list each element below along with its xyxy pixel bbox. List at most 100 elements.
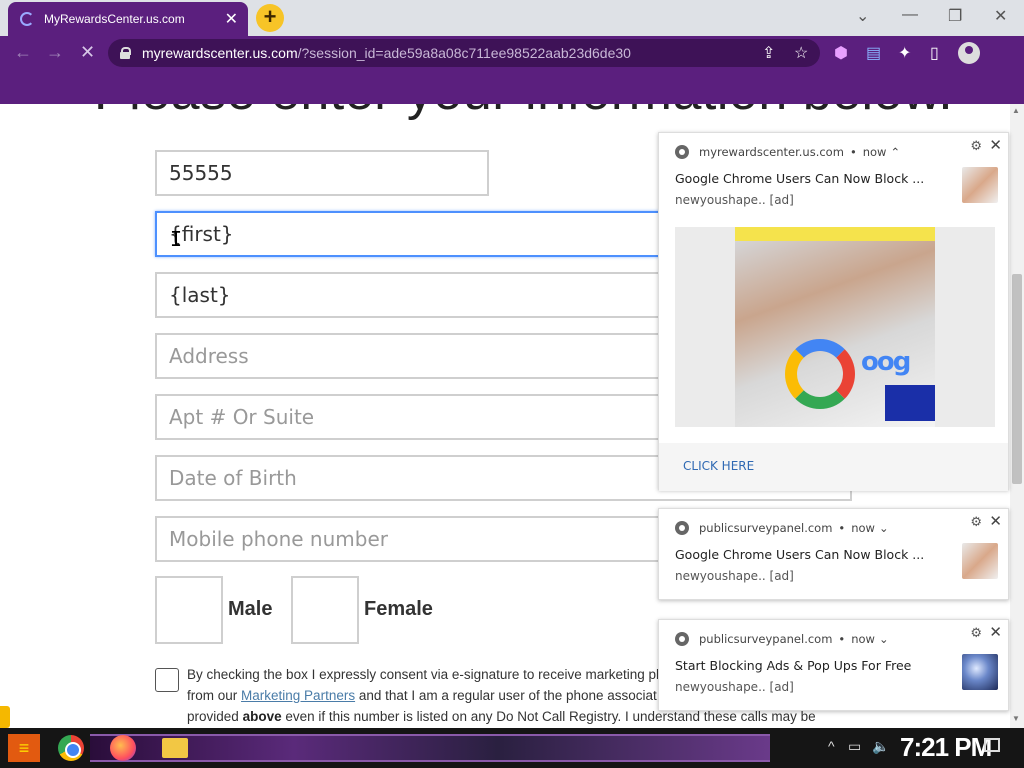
lock-icon[interactable] <box>120 47 131 59</box>
profile-avatar[interactable] <box>958 42 980 64</box>
consent-line-3a: provided <box>187 709 239 724</box>
separator-dot: • <box>838 521 846 535</box>
notification-time: now <box>862 145 887 159</box>
chrome-icon <box>675 632 689 646</box>
zip-field[interactable]: 55555 <box>155 150 489 196</box>
consent-line-1: By checking the box I expressly consent … <box>187 667 664 682</box>
notification-time: now <box>851 632 875 646</box>
chrome-icon <box>675 145 689 159</box>
consent-line-2b: and that I am a regular user of the phon… <box>358 688 657 703</box>
consent-line-3b: even if this number is listed on any Do … <box>285 709 816 724</box>
notification-close-icon[interactable]: ✕ <box>989 512 1002 530</box>
separator-dot: • <box>849 145 857 159</box>
notification-close-icon[interactable]: ✕ <box>989 623 1002 641</box>
new-tab-button[interactable]: + <box>256 4 284 32</box>
side-panel-icon[interactable]: ▯ <box>930 43 939 63</box>
extension-icon[interactable]: ⬢ <box>834 43 848 63</box>
expand-chevron-icon[interactable]: ⌄ <box>879 632 889 646</box>
taskbar-theme-band <box>90 734 770 762</box>
male-label: Male <box>228 598 273 620</box>
notification-image: oog <box>675 227 995 427</box>
chrome-app-icon[interactable] <box>58 735 84 761</box>
clock[interactable]: 7:21 PM <box>900 732 992 763</box>
notification-thumbnail <box>962 543 998 579</box>
female-checkbox[interactable] <box>291 576 359 644</box>
page-header-band <box>0 70 1024 104</box>
notification-title: Start Blocking Ads & Pop Ups For Free <box>675 658 912 673</box>
click-here-button[interactable]: CLICK HERE <box>659 443 1008 491</box>
page-heading: Please enter your information below. <box>94 104 953 122</box>
window-close-icon[interactable]: ✕ <box>994 6 1007 26</box>
tab-title: MyRewardsCenter.us.com <box>44 12 185 26</box>
browser-toolbar: ← → ✕ myrewardscenter.us.com /?session_i… <box>0 36 1024 70</box>
url-domain: myrewardscenter.us.com <box>142 45 298 61</box>
notification-title: Google Chrome Users Can Now Block ... <box>675 171 925 186</box>
notification-time: now <box>851 521 875 535</box>
volume-icon[interactable]: 🔈 <box>872 738 889 755</box>
restore-icon[interactable]: ❐ <box>948 6 962 26</box>
notification-card[interactable]: publicsurveypanel.com • now ⌄ ⚙ ✕ Google… <box>658 508 1009 600</box>
notification-site: publicsurveypanel.com <box>699 521 833 535</box>
scrollbar-thumb[interactable] <box>1012 274 1022 484</box>
separator-dot: • <box>838 632 846 646</box>
settings-gear-icon[interactable]: ⚙ <box>970 139 982 154</box>
file-explorer-icon[interactable] <box>162 738 188 758</box>
consent-bold-above: above <box>242 709 282 724</box>
notification-title: Google Chrome Users Can Now Block ... <box>675 547 925 562</box>
male-checkbox[interactable] <box>155 576 223 644</box>
notification-source: newyoushape.. [ad] <box>675 569 794 583</box>
network-icon[interactable]: ▭ <box>848 738 861 755</box>
female-label: Female <box>364 598 433 620</box>
tab-close-icon[interactable]: ✕ <box>225 9 238 29</box>
notification-header: publicsurveypanel.com • now ⌄ <box>675 632 889 646</box>
taskbar: ≡ ^ ▭ 🔈 7:21 PM <box>0 728 1024 768</box>
notification-source: newyoushape.. [ad] <box>675 193 794 207</box>
action-center-icon[interactable] <box>984 738 1000 752</box>
share-icon[interactable]: ⇪ <box>762 43 775 63</box>
browser-tab[interactable]: MyRewardsCenter.us.com ✕ <box>8 2 248 36</box>
url-path: /?session_id=ade59a8a08c711ee98522aab23d… <box>297 45 631 61</box>
expand-chevron-icon[interactable]: ⌄ <box>879 521 889 535</box>
tray-overflow-icon[interactable]: ^ <box>828 738 835 754</box>
notification-card[interactable]: publicsurveypanel.com • now ⌄ ⚙ ✕ Start … <box>658 619 1009 711</box>
back-icon[interactable]: ← <box>14 42 32 63</box>
start-button[interactable]: ≡ <box>8 734 40 762</box>
extension-docs-icon[interactable]: ▤ <box>866 43 881 63</box>
stop-loading-icon[interactable]: ✕ <box>80 42 95 63</box>
text-cursor-icon: I <box>170 227 183 251</box>
notification-thumbnail <box>962 167 998 203</box>
side-feedback-tab[interactable] <box>0 706 10 728</box>
image-badge <box>885 385 935 421</box>
click-here-label: CLICK HERE <box>683 459 755 473</box>
tab-search-icon[interactable]: ⌄ <box>856 6 869 26</box>
forward-icon[interactable]: → <box>46 42 64 63</box>
firefox-app-icon[interactable] <box>110 735 136 761</box>
notification-card[interactable]: myrewardscenter.us.com • now ⌃ ⚙ ✕ Googl… <box>658 132 1009 491</box>
notification-source: newyoushape.. [ad] <box>675 680 794 694</box>
loading-spinner-icon <box>20 12 34 26</box>
minimize-icon[interactable]: — <box>902 6 918 24</box>
notification-close-icon[interactable]: ✕ <box>989 136 1002 154</box>
tab-strip: MyRewardsCenter.us.com ✕ + ⌄ — ❐ ✕ <box>0 0 1024 36</box>
collapse-chevron-icon[interactable]: ⌃ <box>890 145 900 159</box>
consent-line-2a: from our <box>187 688 238 703</box>
image-browser-bar <box>735 227 935 241</box>
consent-checkbox[interactable] <box>155 668 179 692</box>
marketing-partners-link[interactable]: Marketing Partners <box>241 688 355 703</box>
scroll-up-icon[interactable]: ▲ <box>1012 106 1020 115</box>
hand-pointing-image: oog <box>735 227 935 427</box>
notification-thumbnail <box>962 654 998 690</box>
image-logo-letters: oog <box>861 347 911 377</box>
bookmark-star-icon[interactable]: ☆ <box>794 43 808 63</box>
google-logo-icon <box>785 339 855 409</box>
settings-gear-icon[interactable]: ⚙ <box>970 626 982 641</box>
notification-header: publicsurveypanel.com • now ⌄ <box>675 521 889 535</box>
address-bar[interactable]: myrewardscenter.us.com /?session_id=ade5… <box>108 39 820 67</box>
notification-site: myrewardscenter.us.com <box>699 145 844 159</box>
notification-site: publicsurveypanel.com <box>699 632 833 646</box>
notification-header: myrewardscenter.us.com • now ⌃ <box>675 145 900 159</box>
settings-gear-icon[interactable]: ⚙ <box>970 515 982 530</box>
chrome-icon <box>675 521 689 535</box>
scroll-down-icon[interactable]: ▼ <box>1012 714 1020 723</box>
extensions-puzzle-icon[interactable]: ✦ <box>898 43 911 63</box>
